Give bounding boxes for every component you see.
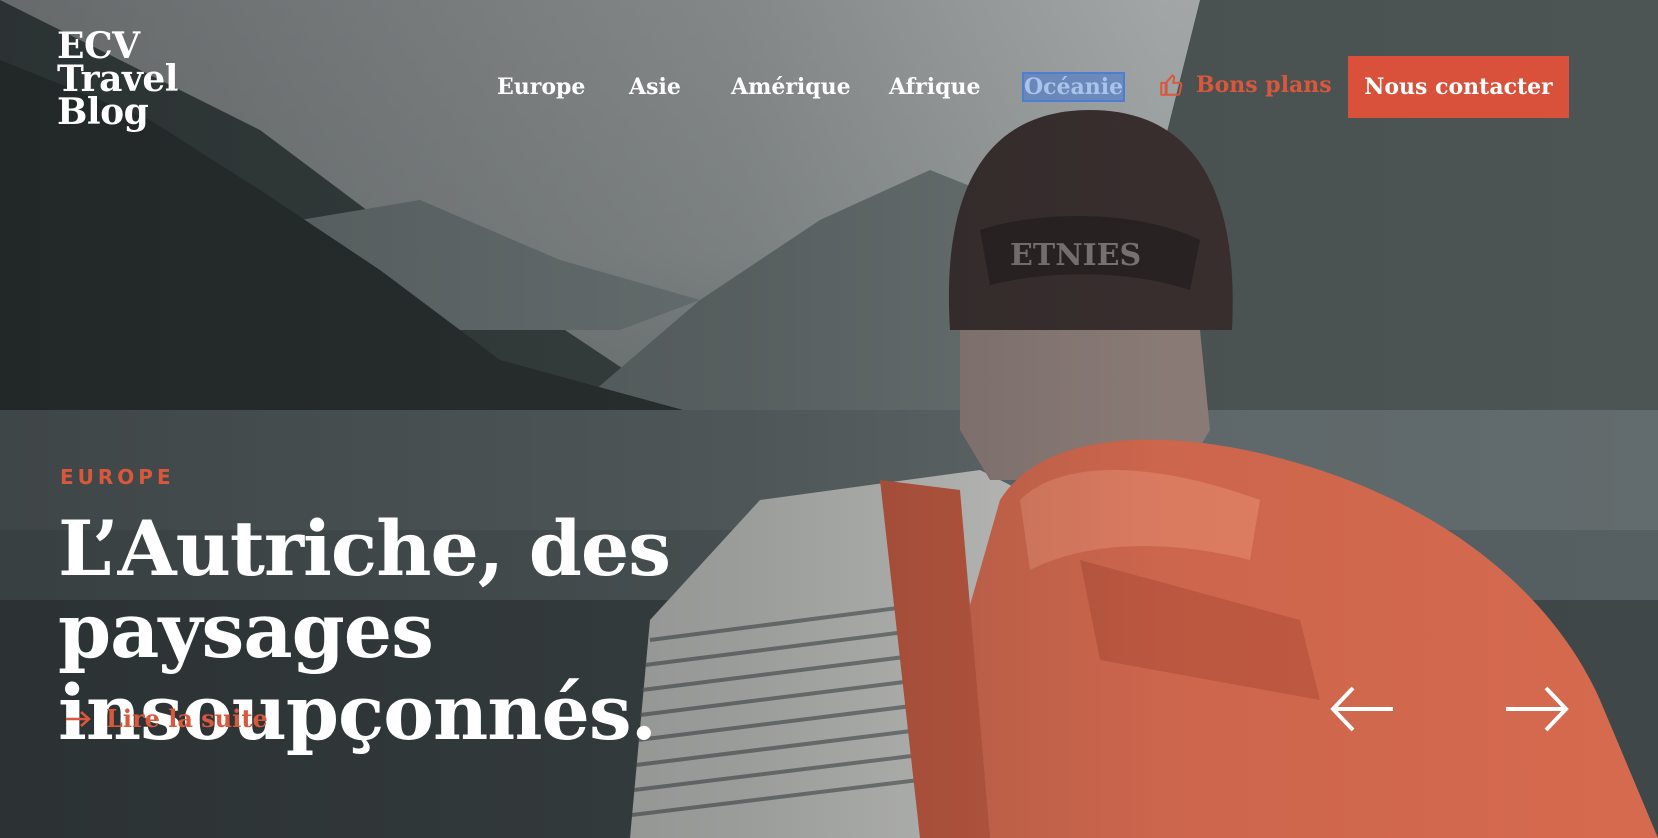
arrow-right-icon (66, 710, 91, 727)
nav-item-europe[interactable]: Europe (497, 74, 585, 100)
site-logo[interactable]: ECV Travel Blog (57, 28, 178, 133)
bons-plans-label: Bons plans (1196, 72, 1332, 98)
contact-button[interactable]: Nous contacter (1348, 56, 1569, 118)
arrow-left-icon (1330, 686, 1393, 732)
nav-item-bons-plans[interactable]: Bons plans (1158, 72, 1332, 98)
read-more-label: Lire la suite (106, 704, 268, 733)
thumbs-up-icon (1160, 74, 1183, 96)
hero-section: ETNIES ECV Travel Blog Europe Asie Améri… (0, 0, 1658, 838)
read-more-link[interactable]: Lire la suite (64, 704, 268, 733)
article-category: EUROPE (60, 465, 175, 489)
nav-item-asie[interactable]: Asie (629, 74, 681, 100)
logo-line-3: Blog (57, 91, 149, 133)
slider-next-button[interactable] (1504, 684, 1570, 734)
slider-prev-button[interactable] (1329, 684, 1395, 734)
nav-item-amerique[interactable]: Amérique (731, 74, 851, 100)
arrow-right-icon (1506, 686, 1569, 732)
nav-item-oceanie[interactable]: Océanie (1021, 72, 1126, 102)
nav-item-afrique[interactable]: Afrique (889, 74, 980, 100)
